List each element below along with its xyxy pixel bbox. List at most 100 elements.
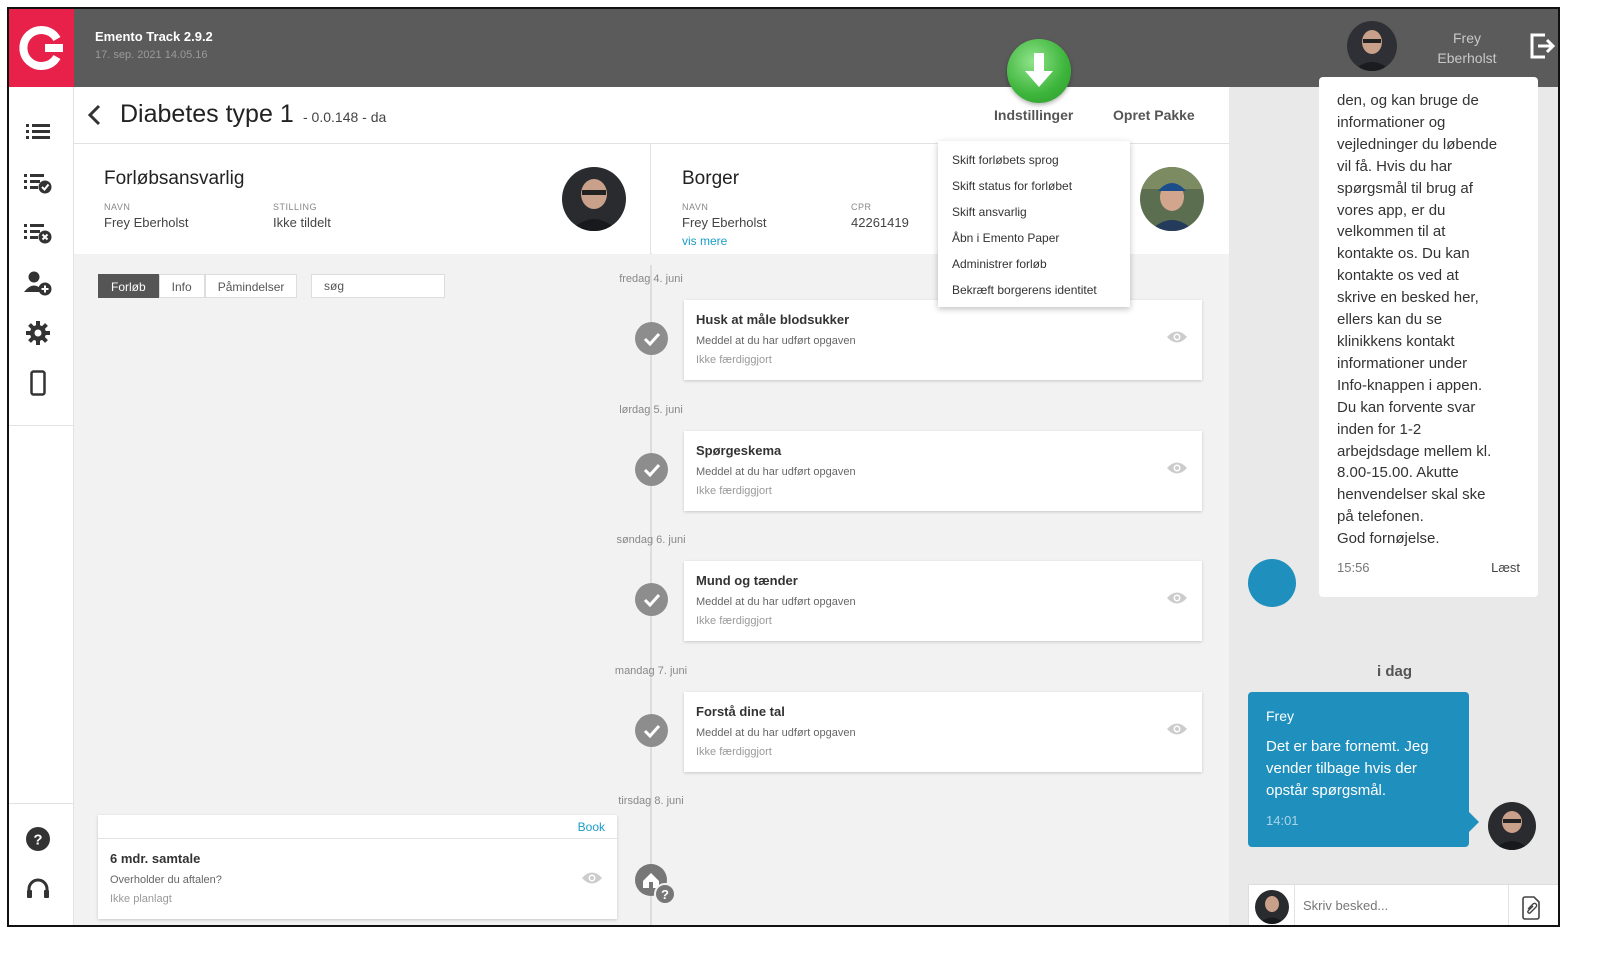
appointment-title: 6 mdr. samtale [110, 851, 201, 866]
menu-item-change-status[interactable]: Skift status for forløbet [938, 173, 1130, 199]
task-status: Ikke færdiggjort [696, 354, 772, 366]
app-window: Emento Track 2.9.2 17. sep. 2021 14.05.1… [7, 7, 1560, 927]
menu-item-change-language[interactable]: Skift forløbets sprog [938, 147, 1130, 173]
task-card[interactable]: Spørgeskema Meddel at du har udført opga… [684, 431, 1202, 511]
mobile-phone-icon[interactable] [23, 368, 53, 398]
citizen-name-label: NAVN [682, 202, 709, 212]
position-label: STILLING [273, 202, 318, 212]
emento-logo[interactable] [9, 9, 74, 87]
eye-icon[interactable] [1166, 591, 1188, 610]
task-title: Spørgeskema [696, 443, 782, 458]
tab-info[interactable]: Info [158, 274, 205, 298]
day-label: søndag 6. juni [616, 534, 686, 546]
check-icon[interactable] [635, 453, 668, 486]
appointment-description: Overholder du aftalen? [110, 874, 222, 886]
logout-icon[interactable] [1527, 31, 1557, 61]
show-more-link[interactable]: vis mere [682, 234, 727, 248]
message-input[interactable]: Skriv besked... [1303, 898, 1388, 913]
page-subtitle: - 0.0.148 - da [303, 109, 387, 125]
task-description: Meddel at du har udført opgaven [696, 596, 856, 608]
task-description: Meddel at du har udført opgaven [696, 335, 856, 347]
tab-course[interactable]: Forløb [98, 274, 159, 298]
task-title: Mund og tænder [696, 573, 798, 588]
incoming-message: den, og kan bruge de informationer og ve… [1319, 77, 1538, 597]
cpr-label: CPR [851, 202, 872, 212]
check-icon[interactable] [635, 583, 668, 616]
gear-icon[interactable] [23, 318, 53, 348]
app-name: Emento Track 2.9.2 [95, 29, 213, 44]
outgoing-message-text: Det er bare fornemt. Jeg vender tilbage … [1266, 738, 1429, 799]
back-arrow-icon[interactable] [86, 103, 104, 132]
chat-panel: den, og kan bruge de informationer og ve… [1229, 77, 1558, 925]
settings-button[interactable]: Indstillinger [994, 107, 1073, 123]
list-icon[interactable] [23, 117, 53, 147]
book-button[interactable]: Book [578, 820, 605, 834]
task-title: Husk at måle blodsukker [696, 312, 850, 327]
left-nav: ? [9, 87, 74, 925]
incoming-message-text: den, og kan bruge de informationer og ve… [1337, 92, 1498, 548]
attachment-icon[interactable] [1519, 895, 1543, 925]
check-icon[interactable] [635, 714, 668, 747]
nav-divider [9, 425, 74, 426]
svg-text:?: ? [33, 832, 42, 849]
citizen-avatar [1140, 167, 1204, 231]
task-card[interactable]: Husk at måle blodsukker Meddel at du har… [684, 300, 1202, 380]
top-bar: Emento Track 2.9.2 17. sep. 2021 14.05.1… [9, 9, 1558, 87]
list-check-icon[interactable] [23, 168, 53, 198]
tab-reminders[interactable]: Påmindelser [204, 274, 298, 298]
user-chat-avatar [1488, 802, 1536, 850]
composer-divider [1294, 885, 1295, 925]
day-label: fredag 4. juni [619, 273, 683, 285]
create-package-button[interactable]: Opret Pakke [1113, 107, 1195, 123]
help-icon[interactable]: ? [23, 824, 53, 854]
menu-item-confirm-identity[interactable]: Bekræft borgerens identitet [938, 277, 1130, 303]
task-title: Forstå dine tal [696, 704, 785, 719]
task-status: Ikke færdiggjort [696, 485, 772, 497]
outgoing-message-time: 14:01 [1266, 813, 1299, 828]
name-label: NAVN [104, 202, 131, 212]
user-last-name: Eberholst [1437, 50, 1497, 66]
svg-text:?: ? [661, 887, 669, 902]
responsible-title: Forløbsansvarlig [104, 168, 245, 189]
page-title: Diabetes type 1 [120, 100, 294, 128]
sender-avatar [1248, 559, 1296, 607]
menu-item-change-responsible[interactable]: Skift ansvarlig [938, 199, 1130, 225]
day-label: tirsdag 8. juni [618, 795, 684, 807]
logo-icon [18, 26, 63, 70]
task-card[interactable]: Forstå dine tal Meddel at du har udført … [684, 692, 1202, 772]
eye-icon[interactable] [1166, 722, 1188, 741]
menu-item-open-paper[interactable]: Åbn i Emento Paper [938, 225, 1130, 251]
outgoing-sender: Frey [1266, 708, 1294, 724]
date-divider: i dag [1376, 663, 1412, 680]
download-arrow-icon [1025, 53, 1053, 87]
settings-menu: Skift forløbets sprog Skift status for f… [938, 141, 1130, 307]
menu-item-manage-course[interactable]: Administrer forløb [938, 251, 1130, 277]
day-label: lørdag 5. juni [619, 404, 683, 416]
responsible-name: Frey Eberholst [104, 215, 189, 230]
view-tabs: Forløb Info Påmindelser [98, 274, 298, 298]
user-avatar[interactable] [1347, 21, 1397, 71]
task-card[interactable]: Mund og tænder Meddel at du har udført o… [684, 561, 1202, 641]
check-icon[interactable] [635, 322, 668, 355]
headset-icon[interactable] [23, 874, 53, 904]
add-user-icon[interactable] [23, 268, 53, 298]
appointment-card[interactable]: Book 6 mdr. samtale Overholder du aftale… [98, 815, 617, 919]
nav-divider [9, 803, 74, 804]
eye-icon[interactable] [1166, 461, 1188, 480]
read-status: Læst [1491, 560, 1520, 576]
eye-icon[interactable] [1166, 330, 1188, 349]
task-description: Meddel at du har udført opgaven [696, 727, 856, 739]
appointment-header: Book [98, 815, 617, 839]
composer-avatar [1255, 890, 1289, 924]
download-button[interactable] [1007, 39, 1071, 103]
user-name[interactable]: Frey Eberholst [1427, 28, 1507, 68]
eye-icon[interactable] [581, 871, 603, 890]
task-description: Meddel at du har udført opgaven [696, 466, 856, 478]
appointment-status: Ikke planlagt [110, 893, 172, 905]
search-input[interactable]: søg [311, 274, 445, 298]
list-remove-icon[interactable] [23, 218, 53, 248]
home-question-icon[interactable]: ? [634, 863, 678, 907]
task-status: Ikke færdiggjort [696, 615, 772, 627]
citizen-name: Frey Eberholst [682, 215, 767, 230]
responsible-avatar [562, 167, 626, 231]
